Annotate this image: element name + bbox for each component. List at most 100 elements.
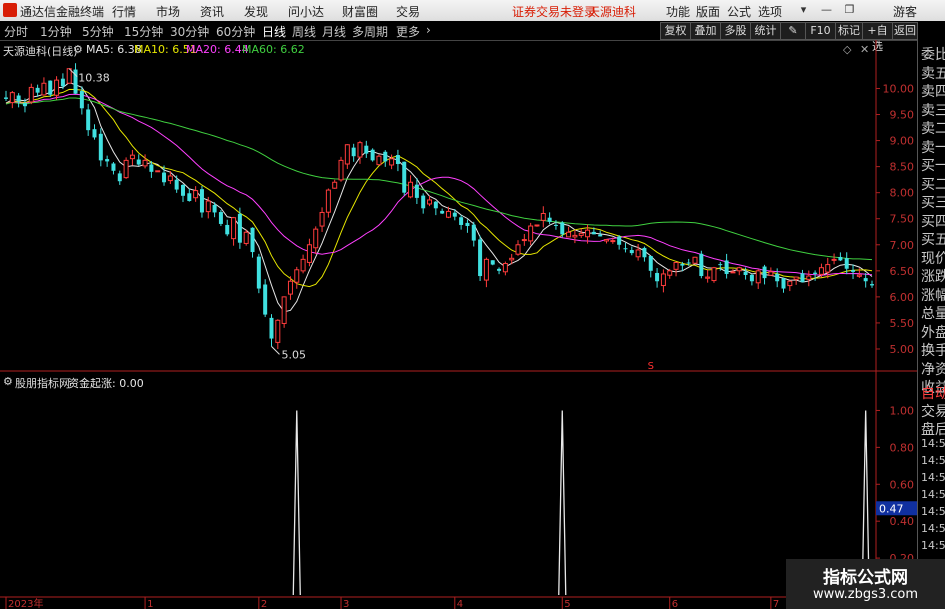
watermark-url: www.zbgs3.com [812, 587, 919, 602]
dropdown-icon[interactable]: ▾ [795, 2, 812, 18]
menu-wenxiaoda[interactable]: 问小达 [288, 3, 324, 20]
chevron-right-icon[interactable]: › [426, 23, 431, 37]
quote-item: 14:56 [921, 505, 945, 518]
restore-icon[interactable]: ❐ [841, 2, 858, 18]
add-watchlist-button[interactable]: +自选 [862, 22, 893, 53]
quote-item: 盘后 [921, 422, 945, 438]
candle-body [452, 212, 457, 217]
quote-item: 14:56 [921, 471, 945, 484]
candle-body [509, 257, 515, 261]
login-alert[interactable]: 证券交易未登录 [512, 3, 596, 20]
candle-body [502, 263, 508, 273]
quote-panel: 委比 卖五 卖四 卖三 卖二 卖一 买一 买二 买三 买四 买五 现价 涨跌 涨幅 总量 外盘 换手 净资 收益 自动… [917, 40, 945, 609]
menu-gongshi[interactable]: 公式 [727, 3, 751, 20]
candle-body [578, 232, 584, 236]
candle-body [534, 224, 540, 227]
candle-body [856, 274, 862, 277]
price-axis: 10.00 9.50 9.00 8.50 8.00 7.50 7.00 6.50 6.00 5.5… [876, 82, 914, 356]
quote-item: 涨跌 [921, 269, 945, 285]
indicator-tick-label: 1.00 [890, 404, 915, 417]
quote-item: 外盘 [921, 324, 945, 341]
quote-item: 14:56 [921, 522, 945, 535]
candle-body [421, 195, 426, 209]
overlay-button[interactable]: 叠加 [690, 22, 721, 40]
drawing-icon[interactable]: ✎ [780, 22, 806, 40]
period-monthly[interactable]: 月线 [322, 23, 346, 40]
f10-button[interactable]: F10 [805, 22, 836, 40]
user-label[interactable]: 游客 [893, 3, 917, 20]
candle-body [117, 173, 122, 182]
period-1min[interactable]: 1分钟 [40, 23, 72, 40]
quote-item: 卖五 [921, 65, 945, 82]
quote-item: 14:56 [921, 454, 945, 467]
indicator-settings-icon[interactable]: ⚙ [3, 375, 13, 388]
time-tick-label: 6 [672, 599, 678, 609]
candle-body [275, 319, 281, 343]
candle-body [648, 256, 653, 271]
menu-hangqing[interactable]: 行情 [112, 3, 136, 20]
period-multi[interactable]: 多周期 [352, 23, 388, 40]
period-15min[interactable]: 15分钟 [124, 23, 163, 40]
candle-body [263, 284, 268, 315]
candle-body [325, 189, 331, 213]
expand-icon[interactable]: ◇ [843, 43, 851, 56]
price-tick-label: 10.00 [883, 82, 915, 95]
period-daily[interactable]: 日线 [262, 23, 286, 40]
quote-item: 买四 [921, 213, 945, 230]
candle-body [180, 184, 185, 196]
candle-body [768, 271, 774, 276]
candle-body [408, 181, 414, 198]
ma60-line [5, 97, 873, 261]
menu-faxian[interactable]: 发现 [244, 3, 268, 20]
menu-caifuquan[interactable]: 财富圈 [342, 3, 378, 20]
candle-body [256, 256, 261, 289]
menu-zixun[interactable]: 资讯 [200, 3, 224, 20]
app-logo-icon [3, 3, 17, 17]
menu-gongneng[interactable]: 功能 [666, 3, 690, 20]
statistics-button[interactable]: 统计 [750, 22, 781, 40]
candle-body [478, 239, 483, 277]
close-panel-icon[interactable]: ✕ [860, 43, 869, 56]
multi-stock-button[interactable]: 多股 [720, 22, 751, 40]
period-more[interactable]: 更多 [396, 23, 420, 40]
ma60-label: MA60: 6.62 [242, 43, 305, 56]
candle-body [129, 154, 135, 160]
candle-body [98, 133, 103, 161]
candle-body [623, 248, 628, 250]
kline-chart[interactable]: 10.00 9.50 9.00 8.50 8.00 7.50 7.00 6.50 6.00 5.5… [0, 40, 917, 609]
period-60min[interactable]: 60分钟 [216, 23, 255, 40]
period-5min[interactable]: 5分钟 [82, 23, 114, 40]
indicator-source: 股朋指标网 [15, 377, 70, 390]
candle-body [743, 271, 748, 275]
candle-body [86, 109, 91, 131]
mark-button[interactable]: 标记 [835, 22, 863, 40]
period-30min[interactable]: 30分钟 [170, 23, 209, 40]
quote-item: 14:56 [921, 539, 945, 552]
candle-body [787, 280, 793, 287]
restore-rights-button[interactable]: 复权 [660, 22, 691, 40]
candle-body [199, 189, 204, 213]
candle-body [642, 247, 647, 258]
minimize-icon[interactable]: — [818, 2, 835, 18]
candle-body [629, 250, 634, 254]
candle-body [205, 200, 211, 213]
menu-shichang[interactable]: 市场 [156, 3, 180, 20]
candle-body [389, 158, 395, 166]
price-tick-label: 9.00 [890, 135, 915, 148]
menu-xuanxiang[interactable]: 选项 [758, 3, 782, 20]
sell-marker: S [648, 361, 654, 372]
time-tick-label: 5 [564, 599, 570, 609]
time-axis: 2023年 1 2 3 4 5 6 7 [5, 597, 779, 609]
candle-body [269, 317, 274, 339]
price-tick-label: 8.50 [890, 161, 915, 174]
menu-banmian[interactable]: 版面 [696, 3, 720, 20]
settings-gear-icon[interactable]: ⚙ [73, 43, 83, 56]
candle-body [680, 263, 685, 266]
candle-body [35, 87, 40, 93]
period-weekly[interactable]: 周线 [292, 23, 316, 40]
back-button[interactable]: 返回 [892, 22, 918, 40]
quote-item: 自动 [921, 386, 945, 402]
menu-jiaoyi[interactable]: 交易 [396, 3, 420, 20]
candle-body [560, 222, 565, 235]
period-fenshi[interactable]: 分时 [4, 23, 28, 40]
